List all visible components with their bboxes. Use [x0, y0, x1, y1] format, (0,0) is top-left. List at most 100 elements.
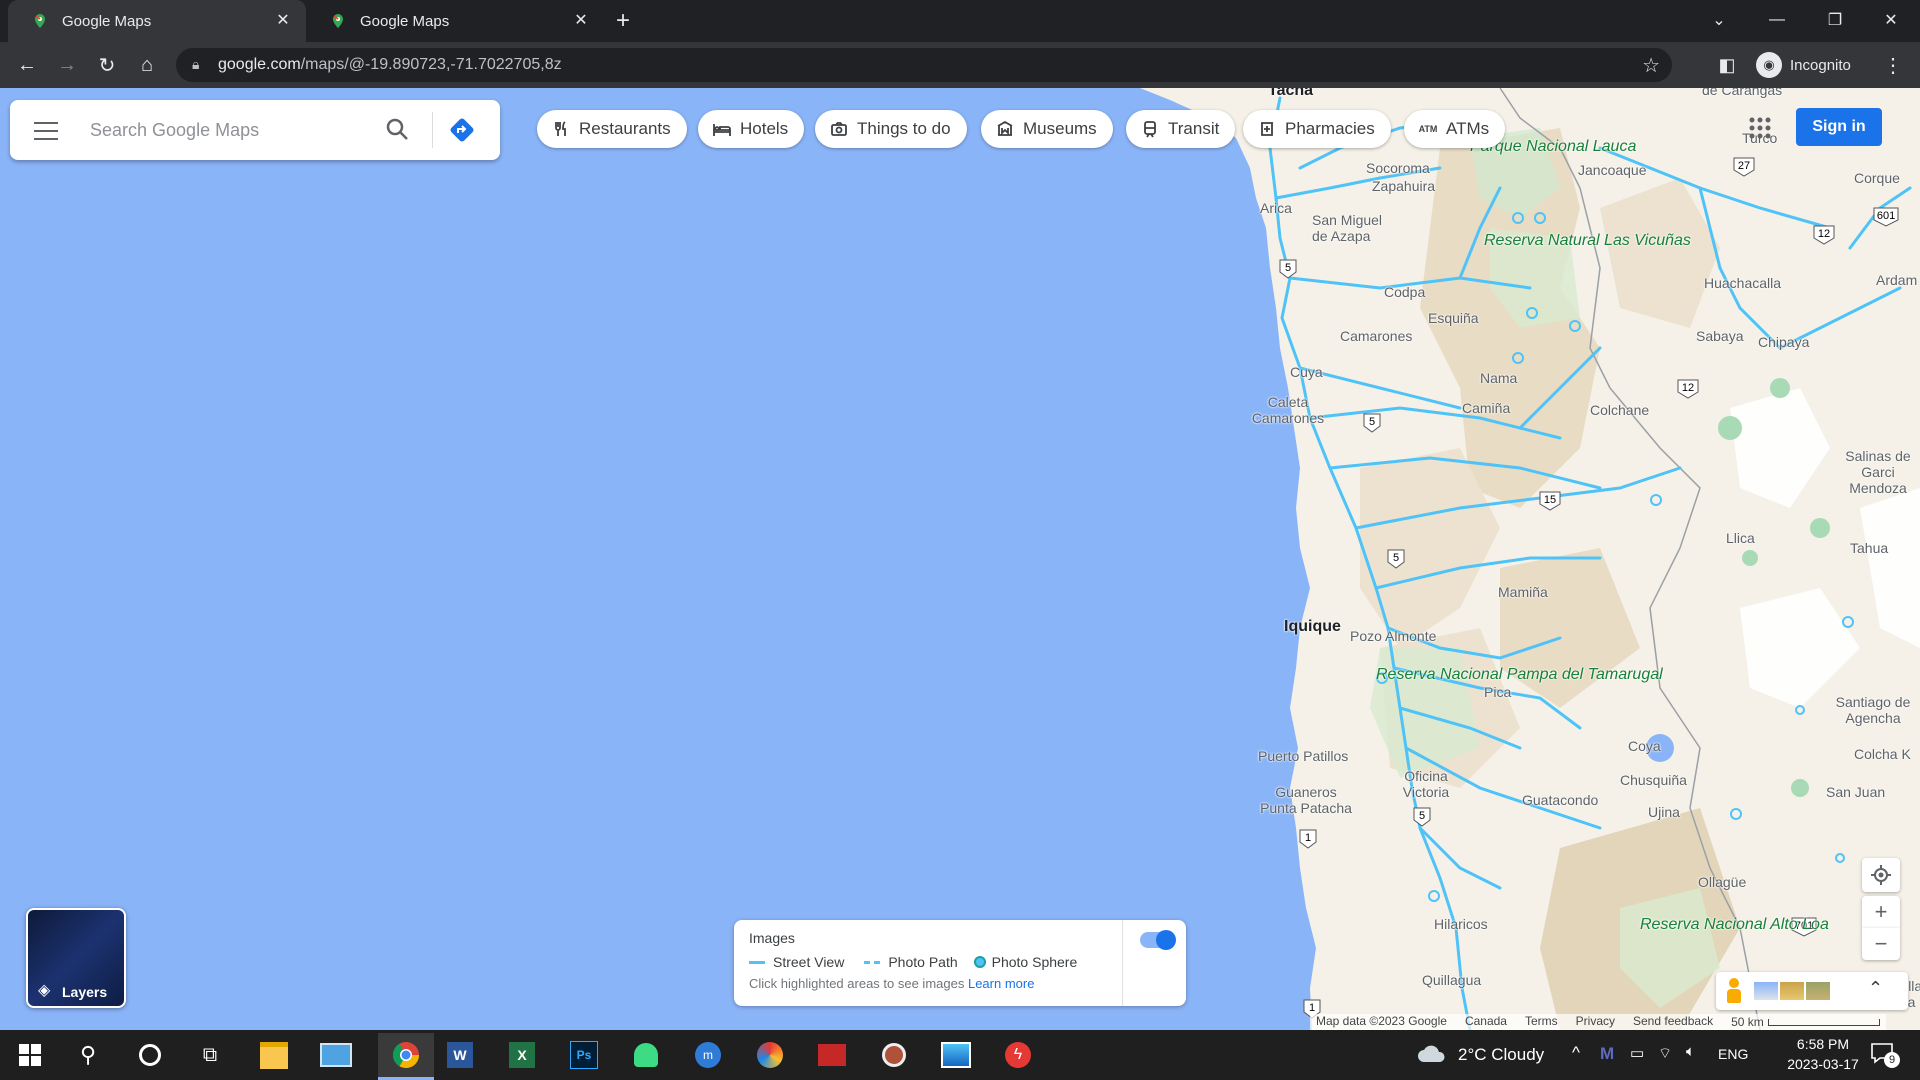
weather-cloud-icon[interactable] [1416, 1044, 1448, 1064]
place-label[interactable]: Camiña [1462, 400, 1510, 416]
place-label[interactable]: de Carangas [1702, 88, 1782, 98]
lock-icon[interactable]: 🔒︎ [192, 56, 199, 73]
chip-museums[interactable]: Museums [981, 110, 1113, 148]
place-label[interactable]: Oficina Victoria [1400, 768, 1452, 800]
volume-icon[interactable]: 🔈︎ [1686, 1043, 1695, 1060]
search-icon[interactable]: ⚲ [68, 1035, 108, 1075]
place-label[interactable]: Ujina [1648, 804, 1680, 820]
sign-in-button[interactable]: Sign in [1796, 108, 1882, 146]
place-label[interactable]: Huachacalla [1704, 275, 1781, 291]
app-icon[interactable]: ϟ [998, 1035, 1038, 1075]
cortana-icon[interactable] [130, 1035, 170, 1075]
battery-icon[interactable]: ▭ [1630, 1044, 1644, 1062]
place-label[interactable]: Santiago de Agencha [1830, 694, 1916, 726]
chrome-icon[interactable] [378, 1033, 434, 1080]
imagery-thumb-icon[interactable] [1806, 982, 1830, 1000]
learn-more-link[interactable]: Learn more [968, 976, 1034, 991]
directions-icon[interactable] [448, 116, 476, 144]
home-button[interactable]: ⌂ [132, 50, 162, 80]
show-hidden-icons-chevron-icon[interactable]: ^ [1572, 1043, 1580, 1063]
close-tab-icon[interactable]: ✕ [274, 12, 292, 30]
browser-tab[interactable]: Google Maps ✕ [306, 0, 604, 42]
place-label[interactable]: Hilaricos [1434, 916, 1488, 932]
place-label[interactable]: Esquiña [1428, 310, 1479, 326]
my-location-button[interactable] [1862, 858, 1900, 892]
expand-chevron-icon[interactable]: ⌃ [1868, 978, 1883, 999]
file-explorer-icon[interactable] [254, 1035, 294, 1075]
excel-icon[interactable]: X [502, 1035, 542, 1075]
place-label[interactable]: Corque [1854, 170, 1900, 186]
place-label[interactable]: Codpa [1384, 284, 1425, 300]
city-label[interactable]: Iquique [1284, 618, 1341, 636]
place-label[interactable]: Puerto Patillos [1258, 748, 1348, 764]
control-panel-icon[interactable] [316, 1035, 356, 1075]
language-indicator[interactable]: ENG [1718, 1046, 1748, 1062]
place-label[interactable]: Salinas de Garci Mendoza [1840, 448, 1916, 496]
app-icon[interactable] [812, 1035, 852, 1075]
place-label[interactable]: Camarones [1340, 328, 1412, 344]
zoom-in-button[interactable]: + [1862, 896, 1900, 928]
place-label[interactable]: Chusquiña [1620, 772, 1687, 788]
imagery-thumb-icon[interactable] [1754, 982, 1778, 1000]
reload-button[interactable]: ↻ [92, 50, 122, 80]
tab-search-chevron-icon[interactable]: ⌄ [1690, 0, 1748, 40]
place-label[interactable]: Guaneros Punta Patacha [1256, 784, 1356, 816]
place-label[interactable]: Pozo Almonte [1350, 628, 1436, 644]
photos-icon[interactable] [936, 1035, 976, 1075]
place-label[interactable]: Llica [1726, 530, 1755, 546]
search-input[interactable] [88, 112, 372, 148]
place-label[interactable]: Jancoaque [1578, 162, 1647, 178]
layers-button[interactable]: ◈ Layers [26, 908, 126, 1008]
place-label[interactable]: Quillagua [1422, 972, 1481, 988]
place-label[interactable]: Mamiña [1498, 584, 1548, 600]
weather-text[interactable]: 2°C Cloudy [1458, 1045, 1544, 1065]
minimize-button[interactable]: — [1748, 0, 1806, 40]
place-label[interactable]: Ollagüe [1698, 874, 1746, 890]
close-tab-icon[interactable]: ✕ [572, 12, 590, 30]
notifications-icon[interactable]: 9 [1870, 1042, 1900, 1068]
android-app-icon[interactable] [626, 1035, 666, 1075]
place-label[interactable]: Nama [1480, 370, 1517, 386]
region-link[interactable]: Canada [1465, 1014, 1507, 1030]
imagery-strip[interactable]: ⌃ [1716, 972, 1908, 1010]
place-label[interactable]: Caleta Camarones [1248, 394, 1328, 426]
images-toggle[interactable] [1140, 930, 1176, 950]
incognito-profile-button[interactable]: ◉ Incognito [1756, 51, 1851, 79]
park-label[interactable]: Reserva Nacional Pampa del Tamarugal [1376, 666, 1663, 684]
place-label[interactable]: Cuya [1290, 364, 1323, 380]
address-bar[interactable]: 🔒︎ google.com/maps/@-19.890723,-71.70227… [176, 48, 1672, 82]
imagery-thumb-icon[interactable] [1780, 982, 1804, 1000]
clock-time[interactable]: 6:58 PM [1780, 1036, 1866, 1052]
app-icon[interactable] [874, 1035, 914, 1075]
clock-date[interactable]: 2023-03-17 [1766, 1056, 1880, 1072]
chip-things-to-do[interactable]: Things to do [815, 110, 967, 148]
search-icon[interactable] [384, 116, 412, 144]
restore-button[interactable]: ❐ [1806, 0, 1864, 40]
terms-link[interactable]: Terms [1525, 1014, 1558, 1030]
place-label[interactable]: Guatacondo [1522, 792, 1598, 808]
place-label[interactable]: San Juan [1826, 784, 1885, 800]
back-button[interactable]: ← [12, 50, 42, 80]
park-label[interactable]: Reserva Nacional Alto Loa [1640, 916, 1829, 934]
menu-icon[interactable] [34, 120, 58, 140]
zoom-out-button[interactable]: − [1862, 928, 1900, 960]
place-label[interactable]: Zapahuira [1372, 178, 1435, 194]
tray-app-icon[interactable]: M [1600, 1044, 1614, 1064]
place-label[interactable]: San Miguel de Azapa [1312, 212, 1396, 244]
app-icon[interactable]: m [688, 1035, 728, 1075]
google-apps-icon[interactable] [1746, 114, 1774, 142]
browser-menu-icon[interactable]: ⋮ [1878, 50, 1908, 80]
forward-button[interactable]: → [52, 50, 82, 80]
task-view-icon[interactable]: ⧉ [190, 1035, 230, 1075]
chip-transit[interactable]: Transit [1126, 110, 1236, 148]
new-tab-button[interactable]: + [608, 6, 638, 36]
wifi-icon[interactable]: ⌔ [1658, 1044, 1672, 1063]
park-label[interactable]: Reserva Natural Las Vicuñas [1484, 232, 1691, 250]
bookmark-star-icon[interactable]: ☆ [1642, 53, 1660, 78]
place-label[interactable]: Coya [1628, 738, 1661, 754]
word-icon[interactable]: W [440, 1035, 480, 1075]
chip-hotels[interactable]: Hotels [698, 110, 805, 148]
place-label[interactable]: Pica [1484, 684, 1511, 700]
pegman-icon[interactable] [1726, 978, 1742, 1004]
chip-restaurants[interactable]: Restaurants [537, 110, 687, 148]
